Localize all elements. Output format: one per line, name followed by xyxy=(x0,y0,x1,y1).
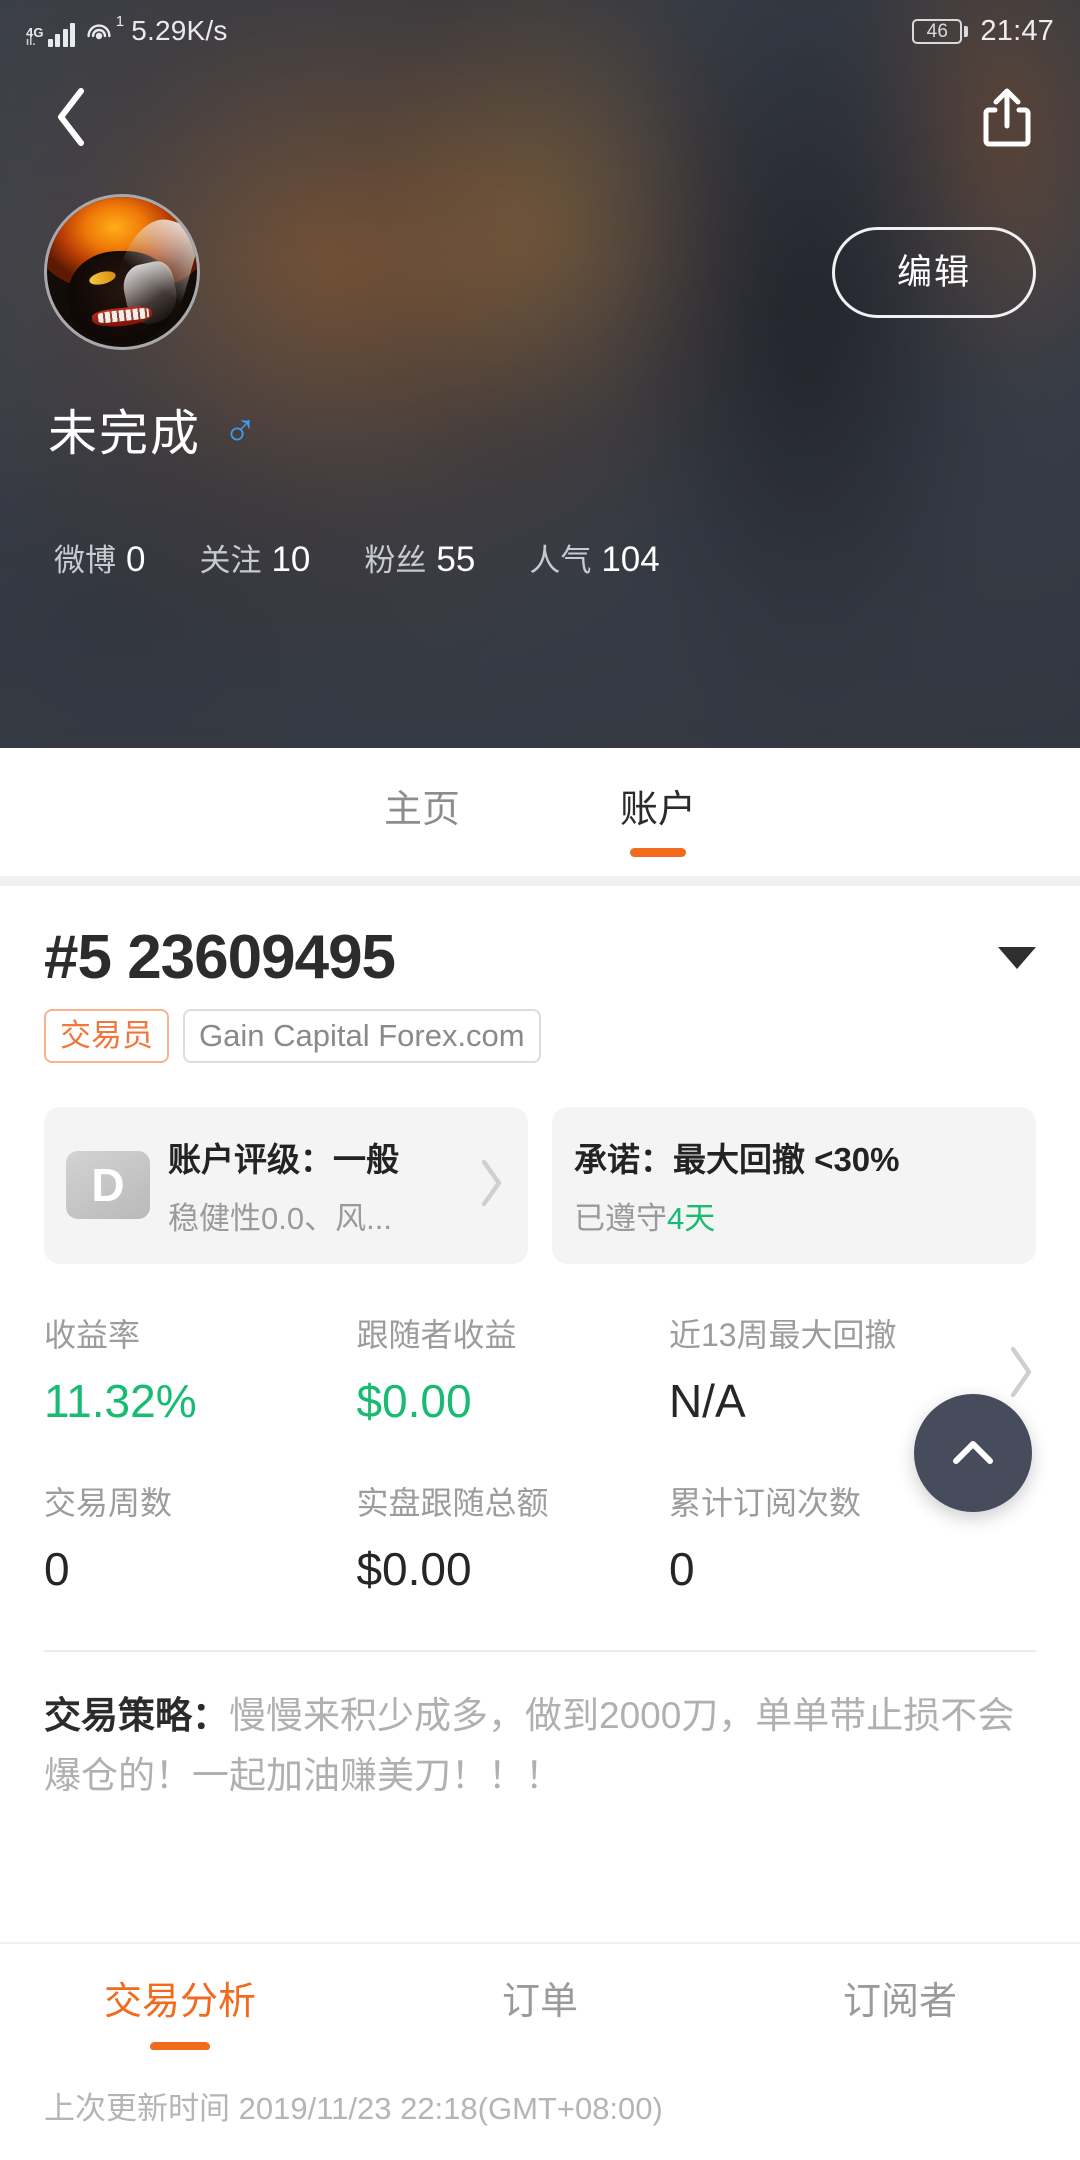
metric-label: 实盘跟随总额 xyxy=(356,1484,549,1521)
metric-value: 11.32% xyxy=(44,1374,197,1427)
account-section: #5 23609495 交易员 Gain Capital Forex.com D… xyxy=(0,886,1080,1264)
account-header[interactable]: #5 23609495 xyxy=(44,886,1036,993)
status-bar-right: 46 21:47 xyxy=(912,15,1054,48)
top-tab-bar: 主页 账户 xyxy=(0,748,1080,876)
scroll-to-top-button[interactable] xyxy=(914,1394,1032,1512)
tab-active-indicator xyxy=(630,847,686,857)
promise-card-text: 承诺：最大回撤 <30% 已遵守4天 xyxy=(574,1133,1014,1238)
stat-label: 微博 xyxy=(54,543,116,578)
metric-value: 0 xyxy=(44,1542,70,1595)
bottom-tab-orders[interactable]: 订单 xyxy=(360,1970,720,2025)
tab-label: 主页 xyxy=(383,788,460,831)
promise-card-subtitle: 已遵守4天 xyxy=(574,1193,1014,1238)
metric-follower-profit: 跟随者收益 $0.00 xyxy=(356,1310,668,1428)
stat-label: 关注 xyxy=(199,543,262,578)
account-rating-card[interactable]: D 账户评级：一般 稳健性0.0、风... xyxy=(44,1106,528,1264)
metric-trading-weeks: 交易周数 0 xyxy=(44,1478,356,1596)
rating-grade-badge: D xyxy=(66,1151,150,1220)
metric-value: $0.00 xyxy=(356,1374,472,1427)
page-title: 未完成 xyxy=(48,407,202,461)
rating-card-subtitle: 稳健性0.0、风... xyxy=(168,1200,392,1236)
battery-icon: 46 xyxy=(912,18,969,44)
bottom-tab-bar: 交易分析 订单 订阅者 xyxy=(0,1942,1080,2051)
chevron-right-icon[interactable] xyxy=(1004,1344,1036,1405)
metric-label: 跟随者收益 xyxy=(356,1316,517,1353)
tab-label: 订单 xyxy=(501,1980,578,2023)
tab-label: 订阅者 xyxy=(842,1980,957,2023)
stat-value: 10 xyxy=(271,540,311,579)
metric-value: $0.00 xyxy=(356,1542,472,1595)
stat-followers[interactable]: 粉丝 55 xyxy=(364,535,475,580)
network-type-icon: 4G ıl. xyxy=(26,24,44,48)
status-bar-left: 4G ıl. 1 5.29K/s xyxy=(26,13,228,48)
bottom-tab-trade-analysis[interactable]: 交易分析 xyxy=(0,1970,360,2051)
promise-sub-highlight: 4天 xyxy=(667,1200,716,1236)
metric-return-rate: 收益率 11.32% xyxy=(44,1310,356,1428)
metric-label: 近13周最大回撤 xyxy=(668,1316,897,1353)
tab-account[interactable]: 账户 xyxy=(620,778,697,857)
share-icon xyxy=(983,88,1031,147)
status-bar-clock: 21:47 xyxy=(980,14,1054,47)
bottom-tab-subscribers[interactable]: 订阅者 xyxy=(720,1970,1080,2025)
section-divider xyxy=(0,876,1080,886)
profile-stats: 微博 0 关注 10 粉丝 55 人气 104 xyxy=(0,535,1080,580)
rating-card-title: 账户评级：一般 xyxy=(168,1140,399,1178)
profile-row: 编辑 xyxy=(0,194,1080,350)
chevron-left-icon xyxy=(58,88,84,146)
tab-label: 交易分析 xyxy=(103,1980,256,2023)
stat-label: 人气 xyxy=(529,543,592,578)
promise-sub-prefix: 已遵守 xyxy=(574,1200,667,1236)
account-id: #5 23609495 xyxy=(44,923,396,992)
stat-value: 104 xyxy=(601,540,660,579)
signal-group: 4G ıl. xyxy=(26,23,76,48)
stat-label: 粉丝 xyxy=(364,543,427,578)
chevron-up-icon xyxy=(953,1441,993,1464)
metrics-row-2: 交易周数 0 实盘跟随总额 $0.00 累计订阅次数 0 xyxy=(44,1478,1036,1596)
stat-value: 55 xyxy=(436,540,476,579)
share-button[interactable] xyxy=(970,80,1044,154)
profile-hero: 4G ıl. 1 5.29K/s 46 21:47 编辑 未完成 ♂ 微博 0 … xyxy=(0,0,1080,748)
promise-card[interactable]: 承诺：最大回撤 <30% 已遵守4天 xyxy=(552,1106,1036,1264)
metrics-row-1[interactable]: 收益率 11.32% 跟随者收益 $0.00 近13周最大回撤 N/A xyxy=(44,1310,1036,1428)
strategy-label: 交易策略： xyxy=(44,1694,229,1736)
status-bar: 4G ıl. 1 5.29K/s 46 21:47 xyxy=(0,0,1080,62)
tab-label: 账户 xyxy=(620,788,697,831)
signal-bars-icon xyxy=(47,23,76,47)
account-summary-cards: D 账户评级：一般 稳健性0.0、风... 承诺：最大回撤 <30% 已遵守4天 xyxy=(44,1106,1036,1264)
promise-card-title: 承诺：最大回撤 <30% xyxy=(574,1140,900,1178)
battery-level: 46 xyxy=(912,18,963,44)
status-badge-broker: Gain Capital Forex.com xyxy=(183,1009,541,1063)
trading-strategy-text: 交易策略：慢慢来积少成多，做到2000刀，单单带止损不会爆仓的！一起加油赚美刀！… xyxy=(0,1652,1080,1806)
avatar-image xyxy=(47,197,197,347)
stat-weibo[interactable]: 微博 0 xyxy=(54,535,145,580)
gender-male-icon: ♂ xyxy=(223,403,258,456)
chevron-down-icon[interactable] xyxy=(998,946,1036,969)
hotspot-count: 1 xyxy=(115,13,125,30)
metric-label: 收益率 xyxy=(44,1316,141,1353)
stat-following[interactable]: 关注 10 xyxy=(199,535,310,580)
hotspot-icon: 1 xyxy=(85,13,124,47)
battery-tip xyxy=(964,25,969,37)
stat-value: 0 xyxy=(126,540,146,579)
stat-popularity[interactable]: 人气 104 xyxy=(529,535,659,580)
last-updated-text: 上次更新时间 2019/11/23 22:18(GMT+08:00) xyxy=(0,2050,1080,2160)
tab-homepage[interactable]: 主页 xyxy=(384,778,460,847)
chevron-right-icon xyxy=(476,1157,506,1214)
metric-value: 0 xyxy=(668,1542,695,1595)
network-speed: 5.29K/s xyxy=(131,15,228,46)
top-navigation-bar xyxy=(0,62,1080,172)
metric-label: 交易周数 xyxy=(44,1484,173,1521)
back-button[interactable] xyxy=(36,82,106,152)
avatar[interactable] xyxy=(44,194,200,350)
username-row: 未完成 ♂ xyxy=(0,394,1080,465)
account-badges: 交易员 Gain Capital Forex.com xyxy=(44,1009,1036,1063)
metric-live-follow-total: 实盘跟随总额 $0.00 xyxy=(356,1478,668,1596)
edit-profile-button[interactable]: 编辑 xyxy=(831,226,1036,318)
rating-card-text: 账户评级：一般 稳健性0.0、风... xyxy=(168,1133,468,1238)
status-badge-trader: 交易员 xyxy=(44,1009,169,1063)
